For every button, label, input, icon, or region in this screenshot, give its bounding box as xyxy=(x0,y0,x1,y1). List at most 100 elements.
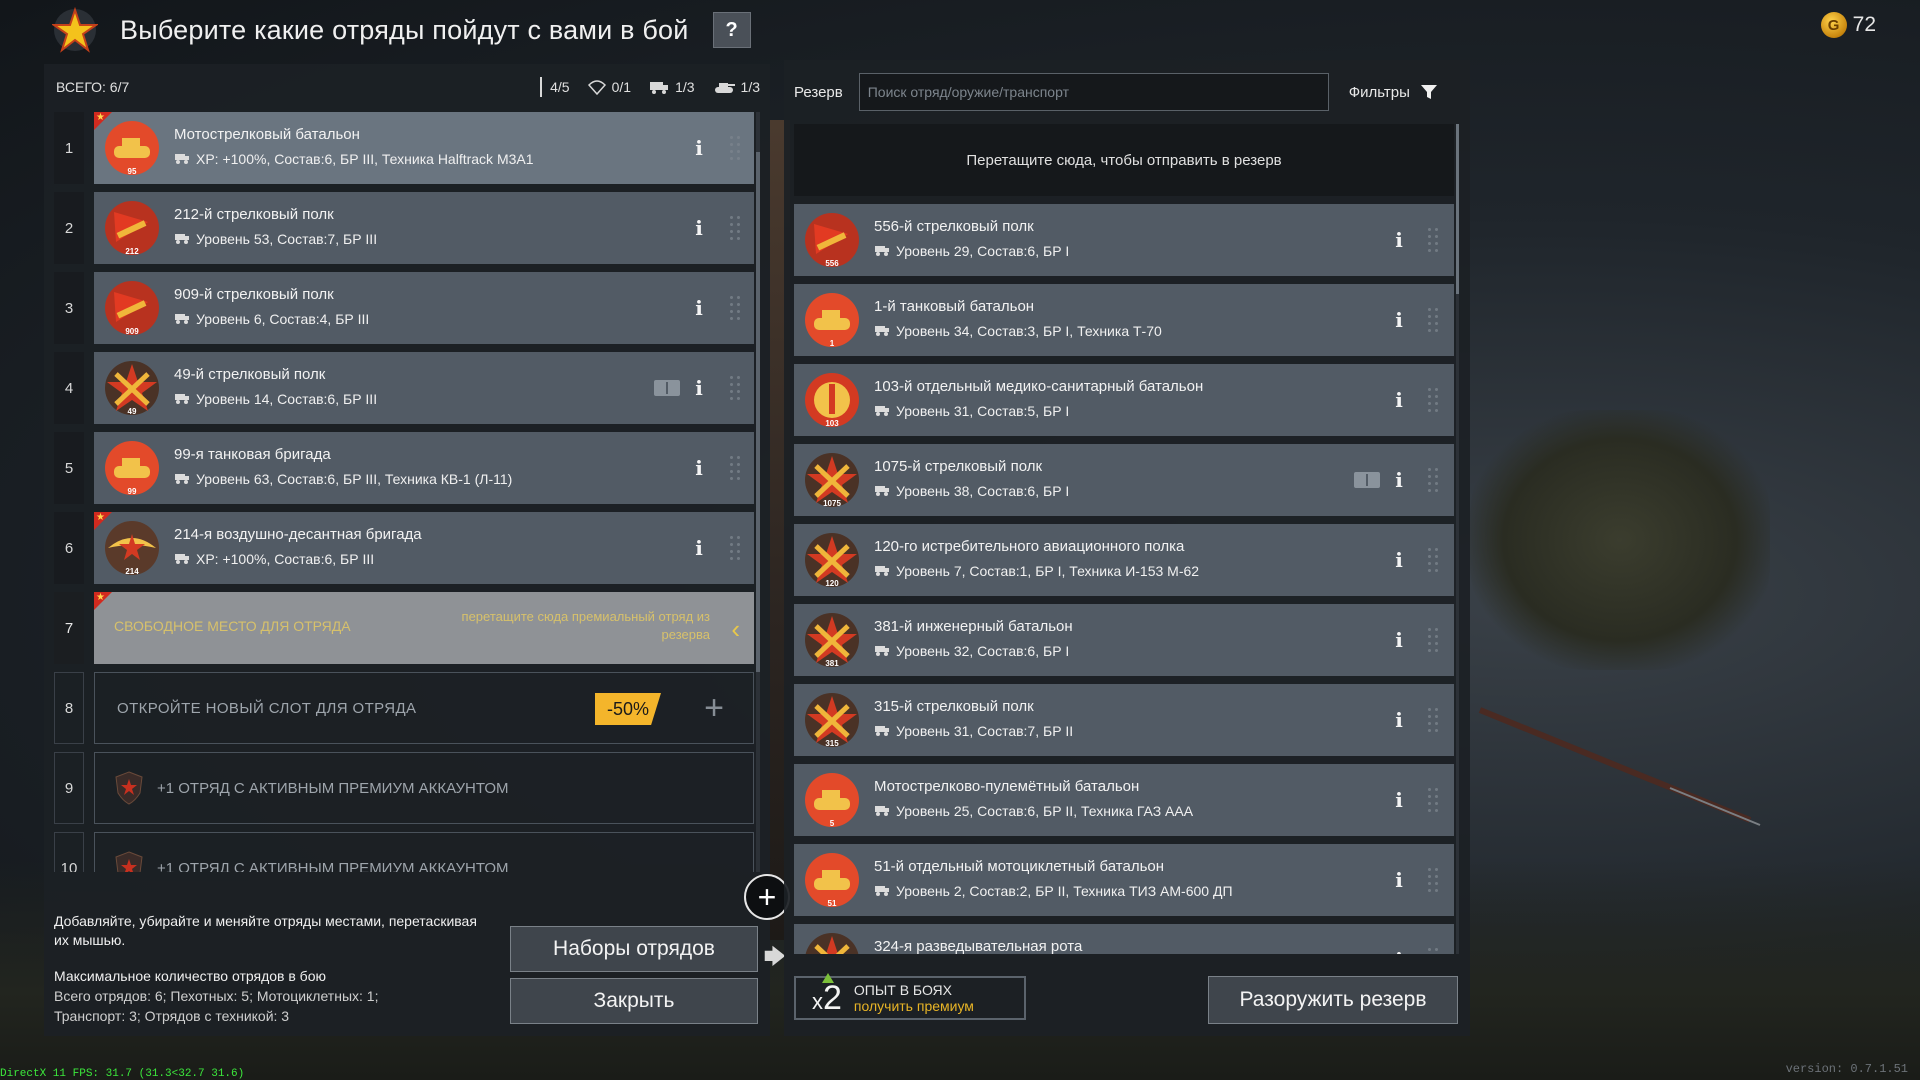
locked-squad-slot[interactable]: 8 ОТКРОЙТЕ НОВЫЙ СЛОТ ДЛЯ ОТРЯДА -50% + xyxy=(54,672,798,744)
squad-card[interactable]: 99 99-я танковая бригада Уровень 63, Соста… xyxy=(94,432,754,504)
reserve-squad-row[interactable]: 5 Мотострелково-пулемётный батальон Уровен… xyxy=(794,764,1454,836)
info-icon[interactable]: i xyxy=(692,136,706,160)
drag-handle-icon[interactable] xyxy=(1426,946,1440,954)
info-icon[interactable]: i xyxy=(692,456,706,480)
drag-handle-icon[interactable] xyxy=(728,134,742,162)
close-button[interactable]: Закрыть xyxy=(510,978,758,1024)
info-icon[interactable]: i xyxy=(1392,628,1406,652)
reserve-scrollbar[interactable] xyxy=(1456,124,1459,954)
drag-handle-icon[interactable] xyxy=(728,374,742,402)
info-icon[interactable]: i xyxy=(1392,548,1406,572)
squad-card[interactable]: 324-я разведывательная рота i xyxy=(794,924,1454,954)
free-squad-slot[interactable]: 7 ★ СВОБОДНОЕ МЕСТО ДЛЯ ОТРЯДА перетащите с… xyxy=(54,592,798,664)
premium-squad-slot[interactable]: 10 +1 ОТРЯД С АКТИВНЫМ ПРЕМИУМ АККАУНТОМ xyxy=(54,832,798,872)
squad-card[interactable]: 49 49-й стрелковый полк Уровень 14, Состав… xyxy=(94,352,754,424)
squad-card[interactable]: 1 1-й танковый батальон Уровень 34, Состав… xyxy=(794,284,1454,356)
active-squad-row[interactable]: 6 ★ 214 214-я воздушно-десантная бригада XP:… xyxy=(54,512,798,584)
info-icon[interactable]: i xyxy=(692,216,706,240)
drag-handle-icon[interactable] xyxy=(1426,626,1440,654)
drag-handle-icon[interactable] xyxy=(1426,546,1440,574)
chevron-left-icon[interactable]: ‹ xyxy=(731,614,740,645)
squad-info: Уровень 25, Состав:6, БР II, Техника ГАЗ… xyxy=(874,802,1193,819)
reserve-drop-zone[interactable]: Перетащите сюда, чтобы отправить в резер… xyxy=(794,124,1454,196)
squad-card[interactable]: 381 381-й инженерный батальон Уровень 32, … xyxy=(794,604,1454,676)
reserve-squad-row[interactable]: 103 103-й отдельный медико-санитарный бат… xyxy=(794,364,1454,436)
reserve-squad-row[interactable]: 120 120-го истребительного авиационного п… xyxy=(794,524,1454,596)
reserve-squad-row[interactable]: 51 51-й отдельный мотоциклетный батальон У… xyxy=(794,844,1454,916)
info-icon[interactable]: i xyxy=(1392,228,1406,252)
squad-info: Уровень 31, Состав:7, БР II xyxy=(874,722,1073,739)
total-squads-label: ВСЕГО: 6/7 xyxy=(56,79,130,95)
xp-premium-box[interactable]: x2 ОПЫТ В БОЯХ получить премиум xyxy=(794,972,1026,1020)
squad-name: 315-й стрелковый полк xyxy=(874,698,1034,715)
drag-handle-icon[interactable] xyxy=(1426,786,1440,814)
squad-card[interactable]: 120 120-го истребительного авиационного п… xyxy=(794,524,1454,596)
info-icon[interactable]: i xyxy=(692,536,706,560)
locked-slot-card[interactable]: ОТКРОЙТЕ НОВЫЙ СЛОТ ДЛЯ ОТРЯДА -50% + xyxy=(94,672,754,744)
reserve-panel: Резерв Фильтры Перетащите сюда, чтобы от… xyxy=(784,60,1470,1036)
free-slot-card[interactable]: ★ СВОБОДНОЕ МЕСТО ДЛЯ ОТРЯДА перетащите сю… xyxy=(94,592,754,664)
reserve-header: Резерв Фильтры xyxy=(784,70,1470,114)
search-input[interactable] xyxy=(858,73,1329,111)
squad-card[interactable]: 909 909-й стрелковый полк Уровень 6, Соста… xyxy=(94,272,754,344)
page-header: Выберите какие отряды пойдут с вами в бо… xyxy=(52,7,751,53)
premium-slot-card[interactable]: +1 ОТРЯД С АКТИВНЫМ ПРЕМИУМ АККАУНТОМ xyxy=(94,752,754,824)
drag-handle-icon[interactable] xyxy=(1426,706,1440,734)
premium-squad-slot[interactable]: 9 +1 ОТРЯД С АКТИВНЫМ ПРЕМИУМ АККАУНТОМ xyxy=(54,752,798,824)
squad-card[interactable]: 556 556-й стрелковый полк Уровень 29, Сост… xyxy=(794,204,1454,276)
drag-handle-icon[interactable] xyxy=(1426,306,1440,334)
premium-shield-icon xyxy=(115,851,143,872)
reserve-squad-row[interactable]: 381 381-й инженерный батальон Уровень 32, … xyxy=(794,604,1454,676)
drag-handle-icon[interactable] xyxy=(728,294,742,322)
info-icon[interactable]: i xyxy=(1392,868,1406,892)
book-icon[interactable] xyxy=(1354,472,1380,488)
drag-handle-icon[interactable] xyxy=(1426,226,1440,254)
book-icon[interactable] xyxy=(654,380,680,396)
squad-card[interactable]: 51 51-й отдельный мотоциклетный батальон У… xyxy=(794,844,1454,916)
info-icon[interactable]: i xyxy=(1392,308,1406,332)
info-icon[interactable]: i xyxy=(1392,948,1406,954)
reserve-squad-row[interactable]: 1 1-й танковый батальон Уровень 34, Состав… xyxy=(794,284,1454,356)
reserve-squad-row[interactable]: 556 556-й стрелковый полк Уровень 29, Сост… xyxy=(794,204,1454,276)
squad-card[interactable]: 103 103-й отдельный медико-санитарный бат… xyxy=(794,364,1454,436)
drag-handle-icon[interactable] xyxy=(728,534,742,562)
drag-handle-icon[interactable] xyxy=(1426,466,1440,494)
reserve-squad-row[interactable]: 315 315-й стрелковый полк Уровень 31, Сост… xyxy=(794,684,1454,756)
info-icon[interactable]: i xyxy=(1392,388,1406,412)
info-icon[interactable]: i xyxy=(1392,468,1406,492)
emblem-number: 120 xyxy=(825,579,839,588)
drag-handle-icon[interactable] xyxy=(728,454,742,482)
emblem-number: 95 xyxy=(127,167,137,176)
info-icon[interactable]: i xyxy=(1392,788,1406,812)
squad-card[interactable]: 315 315-й стрелковый полк Уровень 31, Сост… xyxy=(794,684,1454,756)
premium-slot-card[interactable]: +1 ОТРЯД С АКТИВНЫМ ПРЕМИУМ АККАУНТОМ xyxy=(94,832,754,872)
reserve-squad-row[interactable]: 1075 1075-й стрелковый полк Уровень 38, Со… xyxy=(794,444,1454,516)
info-icon[interactable]: i xyxy=(692,376,706,400)
reserve-squad-row[interactable]: 324-я разведывательная рота i xyxy=(794,924,1454,954)
help-button[interactable]: ? xyxy=(712,12,751,48)
squad-card[interactable]: ★ 214 214-я воздушно-десантная бригада XP: … xyxy=(94,512,754,584)
active-squad-row[interactable]: 1 ★ 95 Мотострелковый батальон XP: +100%, Со… xyxy=(54,112,798,184)
drag-handle-icon[interactable] xyxy=(1426,386,1440,414)
disarm-reserve-button[interactable]: Разоружить резерв xyxy=(1208,976,1458,1024)
squad-card[interactable]: 5 Мотострелково-пулемётный батальон Уровен… xyxy=(794,764,1454,836)
plus-icon[interactable]: + xyxy=(697,691,731,725)
drag-handle-icon[interactable] xyxy=(728,214,742,242)
squad-sets-button[interactable]: Наборы отрядов xyxy=(510,926,758,972)
filters-label[interactable]: Фильтры xyxy=(1349,84,1410,101)
squad-card[interactable]: 212 212-й стрелковый полк Уровень 53, Сост… xyxy=(94,192,754,264)
active-squad-row[interactable]: 3 909 909-й стрелковый полк Уровень 6, Сост… xyxy=(54,272,798,344)
squad-info: Уровень 29, Состав:6, БР I xyxy=(874,242,1069,259)
squad-card[interactable]: 1075 1075-й стрелковый полк Уровень 38, Со… xyxy=(794,444,1454,516)
info-icon[interactable]: i xyxy=(1392,708,1406,732)
squad-name: 1075-й стрелковый полк xyxy=(874,458,1043,475)
get-premium-link[interactable]: получить премиум xyxy=(854,998,974,1014)
active-squad-row[interactable]: 5 99 99-я танковая бригада Уровень 63, Сост… xyxy=(54,432,798,504)
info-icon[interactable]: i xyxy=(692,296,706,320)
emblem-number: 212 xyxy=(125,247,139,256)
drag-handle-icon[interactable] xyxy=(1426,866,1440,894)
active-squad-row[interactable]: 2 212 212-й стрелковый полк Уровень 53, Сос… xyxy=(54,192,798,264)
active-squad-row[interactable]: 4 49 49-й стрелковый полк Уровень 14, Соста… xyxy=(54,352,798,424)
filter-icon[interactable] xyxy=(1420,83,1438,101)
squad-card[interactable]: ★ 95 Мотострелковый батальон XP: +100%, Сос… xyxy=(94,112,754,184)
